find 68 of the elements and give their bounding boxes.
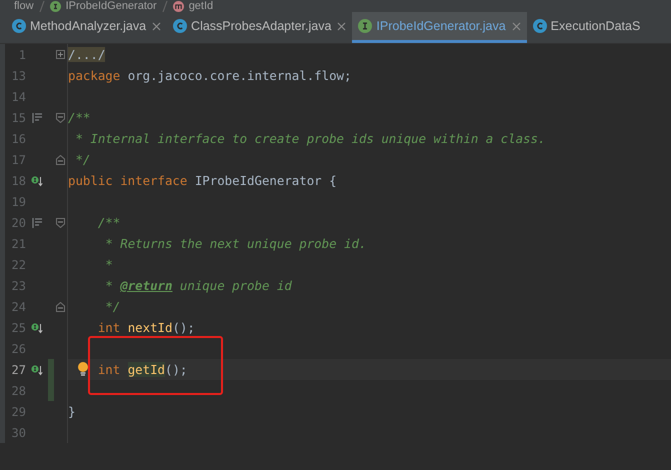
comment-text: unique probe id: [180, 278, 292, 293]
file-tab[interactable]: ClassProbesAdapter.java: [167, 12, 352, 43]
line-number: 16: [10, 132, 26, 146]
line-number: 17: [10, 152, 26, 166]
line-number: 19: [10, 194, 26, 208]
class-icon: [12, 19, 26, 33]
keyword-text: int: [98, 362, 122, 377]
lines-icon[interactable]: [32, 112, 42, 122]
comment-text: /**: [68, 110, 90, 125]
line-number: 26: [10, 342, 26, 356]
line-number: 30: [10, 426, 26, 440]
code-text: }: [68, 404, 76, 419]
comment-text: *: [105, 257, 113, 272]
doc-tag-text: @return: [120, 278, 172, 293]
comment-text: *: [105, 278, 114, 293]
comment-text: */: [75, 152, 90, 167]
line-number: 25: [10, 320, 26, 334]
line-number: 13: [10, 68, 26, 82]
keyword-text: package: [68, 68, 122, 83]
line-number: 23: [10, 278, 26, 292]
close-icon[interactable]: [337, 22, 346, 30]
implemented-icon[interactable]: [31, 322, 43, 334]
implemented-icon[interactable]: [31, 364, 43, 376]
code-text: ();: [172, 320, 195, 335]
separator-icon: [162, 0, 168, 12]
line-number: 15: [10, 110, 26, 124]
method-name: getId: [128, 362, 165, 377]
expand-icon[interactable]: [56, 50, 65, 59]
method-name: nextId: [128, 320, 172, 335]
file-tab[interactable]: ExecutionDataS: [526, 12, 646, 43]
code-text: IProbeIdGenerator {: [194, 173, 337, 188]
lightbulb-icon[interactable]: [77, 361, 89, 377]
line-number: 1: [18, 48, 26, 62]
breadcrumb-item[interactable]: getId: [188, 0, 214, 12]
breadcrumb-item[interactable]: IProbeIdGenerator: [66, 0, 157, 12]
close-icon[interactable]: [512, 22, 521, 30]
collapse-icon[interactable]: [56, 302, 65, 312]
line-number: 22: [10, 258, 26, 272]
line-number: 27: [10, 362, 26, 376]
class-icon: [532, 19, 547, 33]
keyword-text: public interface: [68, 173, 188, 188]
comment-text: /**: [98, 215, 120, 230]
line-number: 24: [10, 300, 26, 314]
code-text: ();: [165, 362, 188, 377]
comment-text: * Internal interface to create probe ids unique within a class.: [75, 131, 546, 146]
line-number: 29: [10, 404, 26, 418]
collapse-icon[interactable]: [56, 154, 65, 164]
line-number: 18: [10, 174, 26, 188]
collapse-icon[interactable]: [56, 112, 65, 122]
file-tab[interactable]: MethodAnalyzer.java: [6, 12, 168, 43]
folded-code: /.../: [68, 47, 106, 62]
close-icon[interactable]: [152, 22, 162, 30]
collapse-icon[interactable]: [56, 218, 65, 228]
file-tab[interactable]: IProbeIdGenerator.java: [352, 12, 527, 43]
line-number: 14: [10, 90, 26, 104]
lines-icon[interactable]: [32, 218, 42, 228]
breadcrumb-item[interactable]: flow: [14, 0, 34, 12]
interface-icon: [358, 19, 372, 33]
implemented-icon[interactable]: [31, 174, 43, 186]
line-number: 21: [10, 236, 26, 250]
code-text: org.jacoco.core.internal.flow;: [128, 68, 352, 83]
separator-icon: [38, 0, 45, 12]
comment-text: * Returns the next unique probe id.: [105, 236, 366, 251]
keyword-text: int: [98, 320, 122, 335]
line-number: 28: [10, 384, 26, 398]
line-number: 20: [10, 216, 26, 230]
class-icon: [173, 19, 188, 33]
comment-text: */: [105, 299, 120, 314]
